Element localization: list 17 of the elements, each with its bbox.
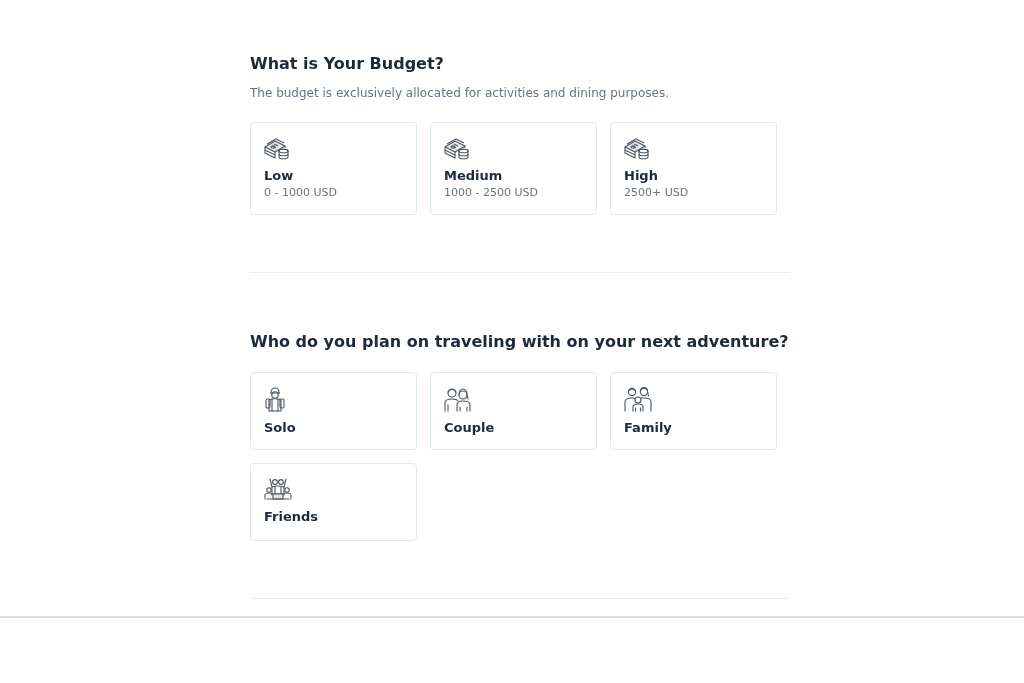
money-stack-icon (264, 138, 290, 160)
option-card[interactable]: Couple (430, 372, 597, 450)
couple-icon (444, 386, 472, 412)
money-stack-icon (624, 138, 650, 160)
option-card[interactable]: Family (610, 372, 777, 450)
option-card[interactable]: Medium 1000 - 2500 USD (430, 122, 597, 215)
money-stack-icon (444, 138, 470, 160)
option-card[interactable]: Low 0 - 1000 USD (250, 122, 417, 215)
section-heading: Who do you plan on traveling with on your next adventure? (250, 331, 790, 353)
option-card[interactable]: Solo (250, 372, 417, 450)
section-heading: What is Your Budget? (250, 53, 445, 75)
backpacker-icon (264, 386, 286, 412)
option-card[interactable]: High 2500+ USD (610, 122, 777, 215)
option-card[interactable]: Friends (250, 463, 417, 541)
family-icon (624, 386, 652, 412)
group-of-friends-icon (264, 477, 292, 501)
section-description: The budget is exclusively allocated for activities and dining purposes. (250, 85, 670, 102)
